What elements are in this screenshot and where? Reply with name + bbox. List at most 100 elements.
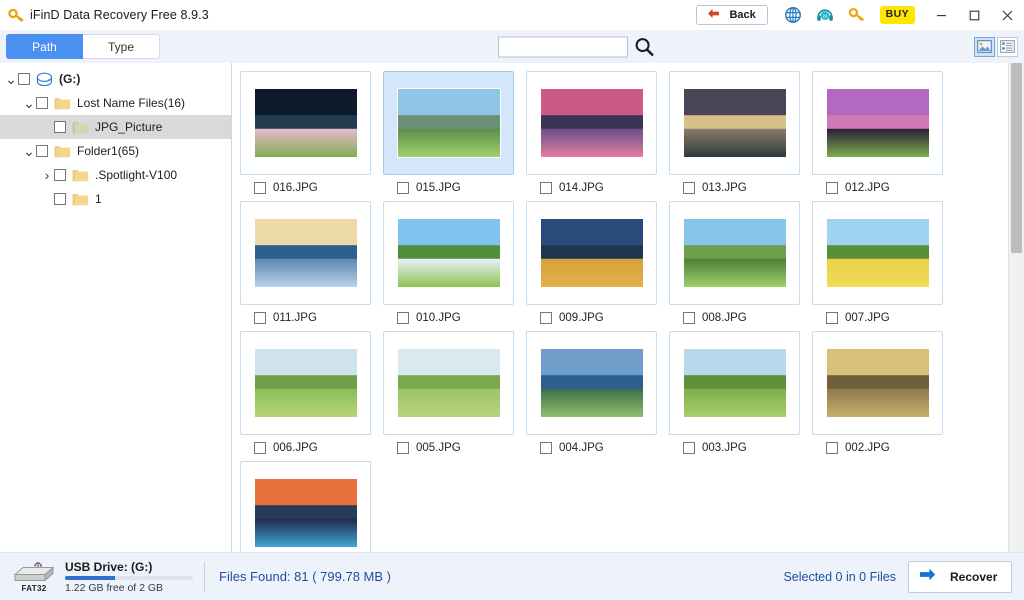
tree-item-jpg-picture[interactable]: JPG_Picture xyxy=(0,115,231,139)
grid-scrollbar[interactable] xyxy=(1008,63,1024,552)
file-thumbnail-tile[interactable] xyxy=(812,71,943,175)
file-checkbox[interactable] xyxy=(254,312,266,324)
back-button[interactable]: Back xyxy=(695,5,768,25)
file-thumbnail-tile[interactable] xyxy=(669,71,800,175)
file-thumbnail-tile[interactable] xyxy=(669,331,800,435)
file-thumbnail-tile[interactable] xyxy=(669,201,800,305)
files-found-text: Files Found: 81 ( 799.78 MB ) xyxy=(219,569,391,584)
buy-button[interactable]: BUY xyxy=(879,6,915,24)
file-caption: 015.JPG xyxy=(383,182,526,194)
file-name-label: 005.JPG xyxy=(416,442,461,454)
view-mode-toggle xyxy=(974,36,1018,57)
file-thumbnail-tile[interactable] xyxy=(526,71,657,175)
thumbnail-view-button[interactable] xyxy=(974,36,995,57)
file-checkbox[interactable] xyxy=(540,312,552,324)
file-thumbnail-tile[interactable] xyxy=(383,331,514,435)
tree-item-checkbox[interactable] xyxy=(36,145,48,157)
file-thumbnail-tile[interactable] xyxy=(383,201,514,305)
tree-item-1[interactable]: 1 xyxy=(0,187,231,211)
tree-item-lost-name-files-16[interactable]: ⌄ Lost Name Files(16) xyxy=(0,91,231,115)
key-icon xyxy=(8,7,25,24)
file-checkbox[interactable] xyxy=(397,182,409,194)
file-checkbox[interactable] xyxy=(254,442,266,454)
file-thumbnail-tile[interactable] xyxy=(240,201,371,305)
status-bar: FAT32 USB Drive: (G:) 1.22 GB free of 2 … xyxy=(0,552,1024,600)
chevron-down-icon[interactable]: ⌄ xyxy=(4,72,18,86)
file-checkbox[interactable] xyxy=(397,442,409,454)
folder-icon xyxy=(72,192,89,207)
folder-icon xyxy=(54,144,71,159)
file-checkbox[interactable] xyxy=(683,182,695,194)
tree-item-label: Lost Name Files(16) xyxy=(77,96,186,110)
file-thumbnail-tile[interactable] xyxy=(240,461,371,552)
tree-item-checkbox[interactable] xyxy=(18,73,30,85)
file-name-label: 009.JPG xyxy=(559,312,604,324)
chevron-right-icon[interactable]: › xyxy=(40,167,54,183)
photo-thumbnail xyxy=(396,348,501,418)
folder-icon xyxy=(72,168,89,183)
tree-item-checkbox[interactable] xyxy=(54,169,66,181)
photo-thumbnail xyxy=(253,478,358,548)
search-icon[interactable] xyxy=(634,36,655,57)
chevron-down-icon[interactable]: ⌄ xyxy=(22,144,36,158)
view-tabs: Path Type xyxy=(6,34,160,59)
file-checkbox[interactable] xyxy=(397,312,409,324)
recover-button[interactable]: Recover xyxy=(908,560,1012,593)
file-thumbnail-tile[interactable] xyxy=(526,201,657,305)
application-window: iFinD Data Recovery Free 8.9.3 Back 24 B… xyxy=(0,0,1024,600)
file-cell: 008.JPG xyxy=(669,201,812,324)
file-checkbox[interactable] xyxy=(540,182,552,194)
file-cell: 015.JPG xyxy=(383,71,526,194)
file-checkbox[interactable] xyxy=(826,442,838,454)
file-thumbnail-tile[interactable] xyxy=(240,71,371,175)
close-button[interactable] xyxy=(991,0,1024,30)
titlebar-icon-group: 24 BUY xyxy=(784,6,915,25)
file-checkbox[interactable] xyxy=(826,182,838,194)
recover-button-label: Recover xyxy=(950,569,998,584)
tree-item-checkbox[interactable] xyxy=(54,121,66,133)
file-thumbnail-tile[interactable] xyxy=(812,201,943,305)
file-name-label: 006.JPG xyxy=(273,442,318,454)
tab-type[interactable]: Type xyxy=(83,34,160,59)
file-thumbnail-tile[interactable] xyxy=(240,331,371,435)
file-name-label: 016.JPG xyxy=(273,182,318,194)
file-caption: 014.JPG xyxy=(526,182,669,194)
maximize-button[interactable] xyxy=(958,0,991,30)
tree-item-checkbox[interactable] xyxy=(36,97,48,109)
file-checkbox[interactable] xyxy=(683,442,695,454)
file-name-label: 011.JPG xyxy=(273,312,317,324)
tree-item-label: 1 xyxy=(95,192,102,206)
capacity-bar xyxy=(65,575,193,580)
file-caption: 012.JPG xyxy=(812,182,955,194)
drive-text: USB Drive: (G:) 1.22 GB free of 2 GB xyxy=(65,560,193,594)
file-checkbox[interactable] xyxy=(826,312,838,324)
tree-item-g[interactable]: ⌄ (G:) xyxy=(0,67,231,91)
tree-item-folder1-65[interactable]: ⌄ Folder1(65) xyxy=(0,139,231,163)
tree-item-checkbox[interactable] xyxy=(54,193,66,205)
photo-thumbnail xyxy=(539,88,644,158)
file-caption: 009.JPG xyxy=(526,312,669,324)
tree-item-spotlight-v100[interactable]: › .Spotlight-V100 xyxy=(0,163,231,187)
list-view-button[interactable] xyxy=(997,36,1018,57)
file-name-label: 012.JPG xyxy=(845,182,890,194)
capacity-text: 1.22 GB free of 2 GB xyxy=(65,581,164,594)
file-thumbnail-tile[interactable] xyxy=(812,331,943,435)
key-icon[interactable] xyxy=(848,6,867,25)
globe-icon[interactable] xyxy=(784,6,803,25)
chevron-down-icon[interactable]: ⌄ xyxy=(22,96,36,110)
file-thumbnail-tile[interactable] xyxy=(383,71,514,175)
minimize-button[interactable] xyxy=(925,0,958,30)
file-checkbox[interactable] xyxy=(254,182,266,194)
tree-item-label: .Spotlight-V100 xyxy=(95,168,178,182)
folder-green-icon xyxy=(72,120,89,135)
file-checkbox[interactable] xyxy=(540,442,552,454)
support-headset-icon[interactable]: 24 xyxy=(816,6,835,25)
file-name-label: 002.JPG xyxy=(845,442,890,454)
scrollbar-thumb[interactable] xyxy=(1011,63,1022,253)
title-bar-left: iFinD Data Recovery Free 8.9.3 xyxy=(0,7,696,24)
file-thumbnail-tile[interactable] xyxy=(526,331,657,435)
file-checkbox[interactable] xyxy=(683,312,695,324)
tab-path[interactable]: Path xyxy=(6,34,83,59)
search-input[interactable] xyxy=(498,36,628,57)
search-area xyxy=(498,36,655,57)
